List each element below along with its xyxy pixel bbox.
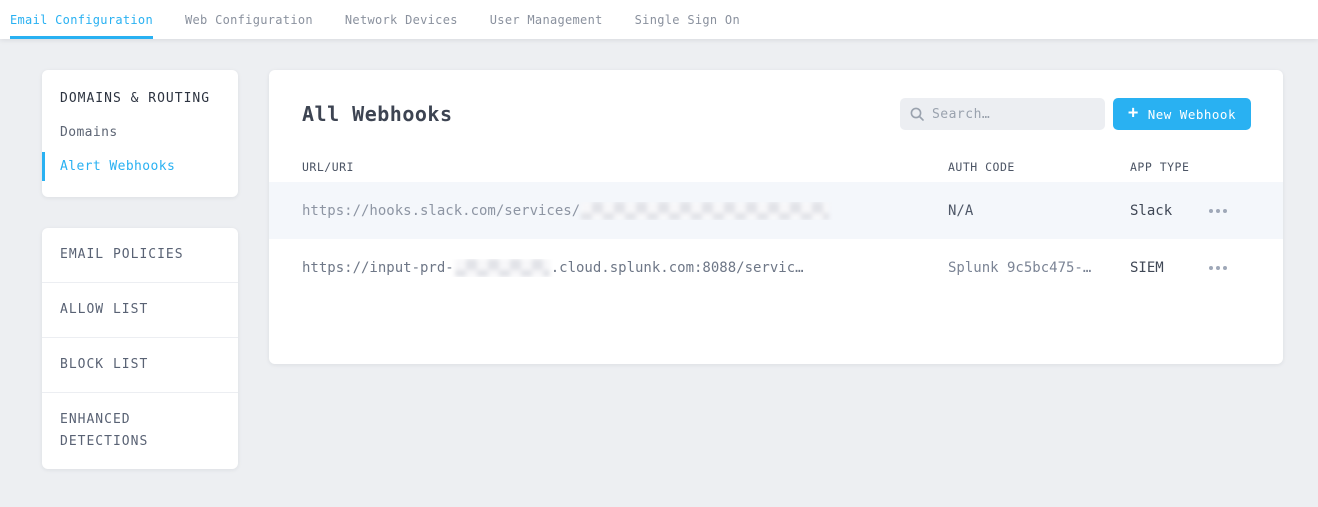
sidebar-item-enhanced-detections[interactable]: ENHANCED DETECTIONS — [42, 393, 238, 469]
app-type-cell: Slack — [1130, 202, 1173, 219]
tab-network-devices[interactable]: Network Devices — [345, 0, 458, 39]
webhooks-panel: All Webhooks + New Webhook URL/URI AUTH … — [269, 70, 1283, 364]
url-cell: https://hooks.slack.com/services/ — [302, 201, 948, 220]
search-input[interactable] — [931, 106, 1095, 122]
new-webhook-button[interactable]: + New Webhook — [1112, 98, 1251, 130]
page-title: All Webhooks — [302, 102, 453, 126]
sidebar-item-block-list[interactable]: BLOCK LIST — [42, 338, 238, 393]
table-row[interactable]: https://input-prd- .cloud.splunk.com:808… — [269, 239, 1283, 296]
sidebar-item-alert-webhooks[interactable]: Alert Webhooks — [42, 152, 238, 181]
webhook-search — [899, 98, 1105, 130]
sidebar-item-allow-list[interactable]: ALLOW LIST — [42, 283, 238, 338]
table-row[interactable]: https://hooks.slack.com/services/ N/A Sl… — [269, 182, 1283, 239]
domains-routing-title: DOMAINS & ROUTING — [60, 91, 211, 106]
sidebar-item-email-policies[interactable]: EMAIL POLICIES — [42, 228, 238, 283]
table-header-row: URL/URI AUTH CODE APP TYPE — [269, 152, 1283, 182]
redacted-url-segment — [454, 258, 550, 277]
column-header-url: URL/URI — [302, 160, 354, 174]
tab-web-configuration[interactable]: Web Configuration — [185, 0, 313, 39]
tab-user-management[interactable]: User Management — [490, 0, 603, 39]
url-cell: https://input-prd- .cloud.splunk.com:808… — [302, 258, 948, 277]
url-prefix: https://input-prd- — [302, 259, 454, 276]
sidebar: DOMAINS & ROUTING Domains Alert Webhooks… — [42, 70, 238, 469]
app-type-cell: SIEM — [1130, 259, 1164, 276]
top-navigation: Email Configuration Web Configuration Ne… — [0, 0, 1318, 39]
url-suffix: .cloud.splunk.com:8088/servic… — [550, 259, 804, 276]
url-prefix: https://hooks.slack.com/services/ — [302, 202, 581, 219]
webhooks-header: All Webhooks + New Webhook — [269, 70, 1283, 152]
sidebar-sections-card: EMAIL POLICIES ALLOW LIST BLOCK LIST ENH… — [42, 228, 238, 469]
redacted-url-segment — [581, 201, 830, 220]
row-actions-menu-icon[interactable] — [1205, 203, 1231, 219]
new-webhook-label: New Webhook — [1147, 106, 1236, 122]
content-area: DOMAINS & ROUTING Domains Alert Webhooks… — [0, 39, 1318, 469]
column-header-app-type: APP TYPE — [1130, 160, 1190, 174]
row-actions-menu-icon[interactable] — [1205, 260, 1231, 276]
auth-code-cell: Splunk 9c5bc475-… — [948, 259, 1092, 276]
tab-email-configuration[interactable]: Email Configuration — [10, 0, 153, 39]
search-icon — [910, 107, 924, 121]
tab-single-sign-on[interactable]: Single Sign On — [635, 0, 740, 39]
auth-code-cell: N/A — [948, 202, 974, 219]
column-header-auth-code: AUTH CODE — [948, 160, 1015, 174]
domains-routing-card: DOMAINS & ROUTING Domains Alert Webhooks — [42, 70, 238, 197]
sidebar-item-domains[interactable]: Domains — [42, 125, 238, 140]
plus-icon: + — [1127, 103, 1139, 123]
